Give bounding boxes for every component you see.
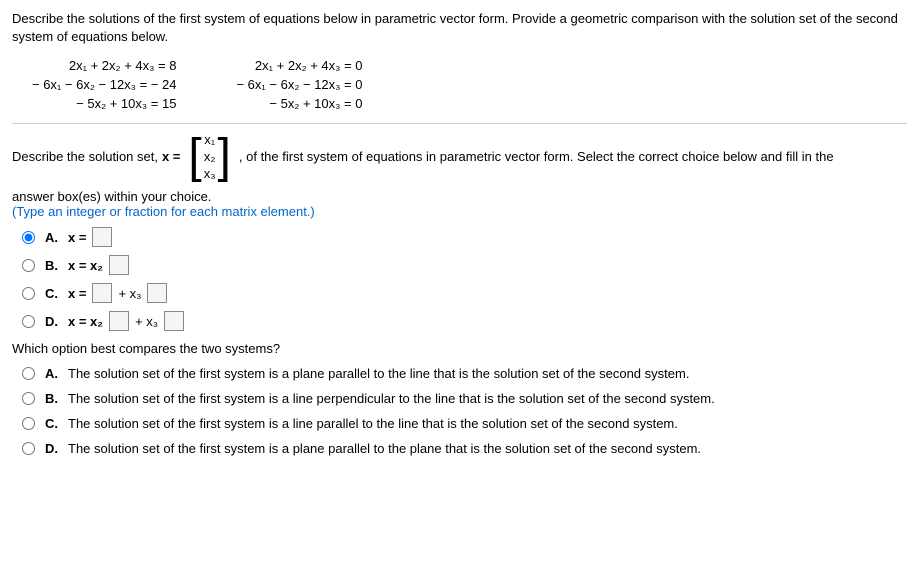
compare-radio-b[interactable] (22, 392, 35, 405)
describe-suffix: , of the first system of equations in pa… (239, 149, 834, 164)
choice-c-row: C. x = + x₃ (22, 283, 907, 303)
system-1: 2x₁ + 2x₂ + 4x₃ = 8 − 6x₁ − 6x₂ − 12x₃ =… (32, 56, 176, 113)
compare-d-row: D. The solution set of the first system … (22, 441, 907, 456)
choice-b-row: B. x = x₂ (22, 255, 907, 275)
compare-d-label: D. (45, 441, 58, 456)
choice-a-label: A. (45, 230, 58, 245)
input-box-c1[interactable] (92, 283, 112, 303)
choice-d-mid: + x₃ (135, 314, 158, 329)
compare-b-row: B. The solution set of the first system … (22, 391, 907, 406)
choice-a-row: A. x = (22, 227, 907, 247)
matrix-r3: x₃ (204, 166, 216, 181)
compare-b-text: The solution set of the first system is … (68, 391, 715, 406)
compare-c-text: The solution set of the first system is … (68, 416, 678, 431)
choice-c-prefix: x = (68, 286, 86, 301)
compare-question: Which option best compares the two syste… (12, 341, 907, 356)
eq-1-3: − 5x₂ + 10x₃ = 15 (76, 96, 176, 111)
describe-prefix: Describe the solution set, (12, 149, 158, 164)
compare-radio-d[interactable] (22, 442, 35, 455)
eq-2-1: 2x₁ + 2x₂ + 4x₃ = 0 (255, 58, 363, 73)
input-box-a[interactable] (92, 227, 112, 247)
eq-2-2: − 6x₁ − 6x₂ − 12x₃ = 0 (236, 77, 362, 92)
describe-row: Describe the solution set, x = [ x₁ x₂ x… (12, 132, 907, 181)
choice-d-row: D. x = x₂ + x₃ (22, 311, 907, 331)
compare-b-label: B. (45, 391, 58, 406)
compare-radio-c[interactable] (22, 417, 35, 430)
divider (12, 123, 907, 124)
input-box-d1[interactable] (109, 311, 129, 331)
parametric-choices: A. x = B. x = x₂ C. x = + x₃ D. x = x₂ +… (22, 227, 907, 331)
right-bracket-icon: ] (218, 133, 231, 181)
eq-2-3: − 5x₂ + 10x₃ = 0 (269, 96, 362, 111)
choice-a-prefix: x = (68, 230, 86, 245)
input-box-b[interactable] (109, 255, 129, 275)
matrix-r1: x₁ (204, 132, 215, 147)
choice-b-label: B. (45, 258, 58, 273)
compare-d-text: The solution set of the first system is … (68, 441, 701, 456)
choice-b-prefix: x = x₂ (68, 258, 103, 273)
input-box-c2[interactable] (147, 283, 167, 303)
compare-c-row: C. The solution set of the first system … (22, 416, 907, 431)
choice-c-mid: + x₃ (118, 286, 141, 301)
compare-c-label: C. (45, 416, 58, 431)
eq-1-1: 2x₁ + 2x₂ + 4x₃ = 8 (69, 58, 177, 73)
compare-a-label: A. (45, 366, 58, 381)
compare-radio-a[interactable] (22, 367, 35, 380)
radio-c[interactable] (22, 287, 35, 300)
vector-matrix: [ x₁ x₂ x₃ ] (188, 132, 230, 181)
equations-container: 2x₁ + 2x₂ + 4x₃ = 8 − 6x₁ − 6x₂ − 12x₃ =… (32, 56, 907, 113)
radio-b[interactable] (22, 259, 35, 272)
choice-d-prefix: x = x₂ (68, 314, 103, 329)
compare-choices: A. The solution set of the first system … (22, 366, 907, 456)
answer-box-text: answer box(es) within your choice. (12, 189, 907, 204)
main-instruction: Describe the solutions of the first syst… (12, 10, 907, 46)
choice-d-label: D. (45, 314, 58, 329)
eq-1-2: − 6x₁ − 6x₂ − 12x₃ = − 24 (32, 77, 176, 92)
compare-a-text: The solution set of the first system is … (68, 366, 689, 381)
x-equals: x = (162, 149, 180, 164)
compare-a-row: A. The solution set of the first system … (22, 366, 907, 381)
choice-c-label: C. (45, 286, 58, 301)
radio-a[interactable] (22, 231, 35, 244)
matrix-r2: x₂ (204, 149, 216, 164)
input-box-d2[interactable] (164, 311, 184, 331)
radio-d[interactable] (22, 315, 35, 328)
left-bracket-icon: [ (188, 133, 201, 181)
system-2: 2x₁ + 2x₂ + 4x₃ = 0 − 6x₁ − 6x₂ − 12x₃ =… (236, 56, 362, 113)
type-instruction: (Type an integer or fraction for each ma… (12, 204, 907, 219)
